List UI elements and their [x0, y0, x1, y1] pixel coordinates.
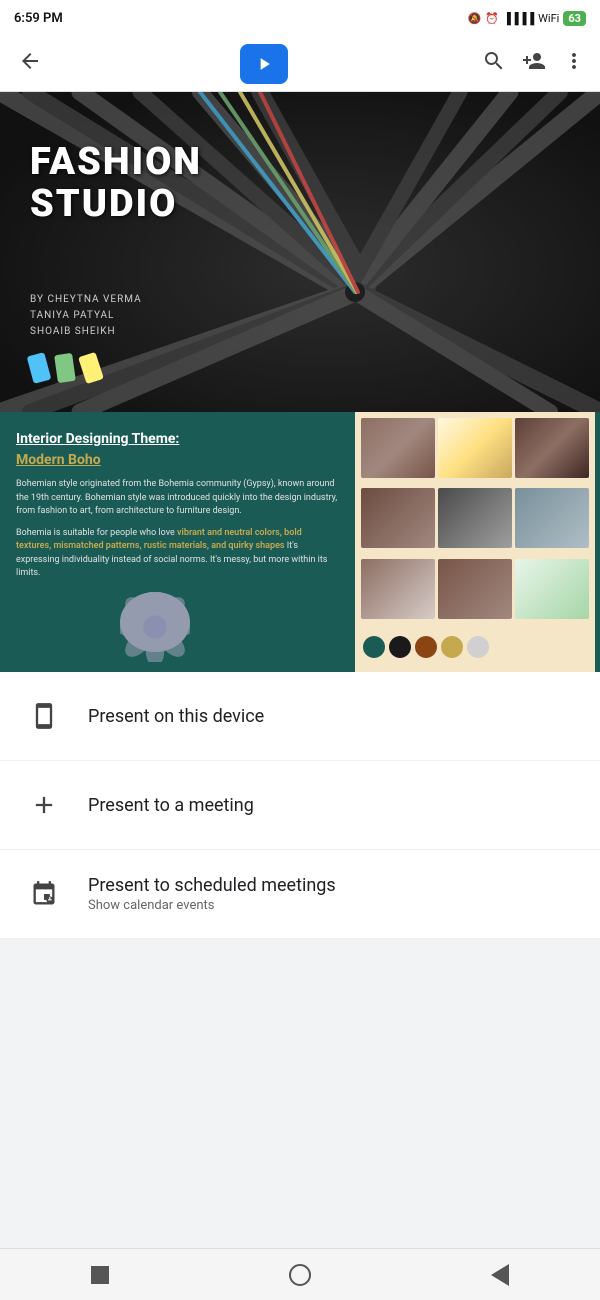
- search-button[interactable]: [482, 49, 506, 79]
- slide-2-flower-deco: [120, 592, 190, 652]
- status-time: 6:59 PM: [14, 11, 63, 26]
- slide-1-fashion-studio: FASHION STUDIO BY CHEYTNA VERMA TANIYA P…: [0, 92, 600, 412]
- back-nav-icon: [491, 1264, 509, 1286]
- slide-2-photo-grid: [355, 412, 595, 672]
- mute-icon: 🔕: [468, 12, 482, 25]
- home-icon: [289, 1264, 311, 1286]
- menu-section: Present on this device Present to a meet…: [0, 672, 600, 939]
- photo-cell-2: [438, 418, 512, 478]
- slide-1-authors: BY CHEYTNA VERMA TANIYA PATYAL SHOAIB SH…: [30, 292, 142, 340]
- battery-icon: 63: [563, 12, 586, 25]
- calendar-icon: [24, 874, 64, 914]
- status-icons: 🔕 ⏰ ▐▐▐▐ WiFi 63: [468, 12, 586, 25]
- slide-2-interior: Interior Designing Theme: Modern Boho Bo…: [0, 412, 600, 672]
- home-button[interactable]: [270, 1255, 330, 1295]
- present-device-title: Present on this device: [88, 706, 576, 727]
- slide-2-title: Interior Designing Theme:: [16, 430, 339, 448]
- swatch-5: [467, 636, 489, 658]
- present-device-item[interactable]: Present on this device: [0, 672, 600, 761]
- present-scheduled-subtitle: Show calendar events: [88, 898, 576, 913]
- phone-icon: [24, 696, 64, 736]
- slide-2-body1: Bohemian style originated from the Bohem…: [16, 478, 339, 519]
- photo-cell-6: [515, 488, 589, 548]
- recent-apps-icon: [91, 1266, 109, 1284]
- slide-1-title: FASHION STUDIO: [30, 142, 202, 226]
- slide-2-body2: Bohemia is suitable for people who love …: [16, 527, 339, 581]
- photo-cell-4: [361, 488, 435, 548]
- present-scheduled-title: Present to scheduled meetings: [88, 875, 576, 896]
- bottom-nav: [0, 1248, 600, 1300]
- recent-apps-button[interactable]: [70, 1255, 130, 1295]
- signal-icon: ▐▐▐▐: [503, 12, 534, 25]
- status-bar: 6:59 PM 🔕 ⏰ ▐▐▐▐ WiFi 63: [0, 0, 600, 36]
- photo-cell-9: [515, 559, 589, 619]
- present-meeting-title: Present to a meeting: [88, 795, 576, 816]
- back-nav-button[interactable]: [470, 1255, 530, 1295]
- play-button[interactable]: [240, 44, 288, 84]
- alarm-icon: ⏰: [485, 12, 499, 25]
- slide-2-subtitle: Modern Boho: [16, 452, 339, 468]
- swatch-4: [441, 636, 463, 658]
- swatch-3: [415, 636, 437, 658]
- plus-icon: [24, 785, 64, 825]
- photo-cell-3: [515, 418, 589, 478]
- swatch-2: [389, 636, 411, 658]
- back-button[interactable]: [14, 45, 46, 83]
- present-meeting-item[interactable]: Present to a meeting: [0, 761, 600, 850]
- photo-cell-1: [361, 418, 435, 478]
- photo-cell-8: [438, 559, 512, 619]
- slide-1-deco: [30, 354, 100, 382]
- more-button[interactable]: [562, 49, 586, 79]
- wifi-icon: WiFi: [538, 12, 559, 25]
- photo-cell-7: [361, 559, 435, 619]
- photo-cell-5: [438, 488, 512, 548]
- present-scheduled-item[interactable]: Present to scheduled meetings Show calen…: [0, 850, 600, 939]
- toolbar: [0, 36, 600, 92]
- swatches-row: [361, 629, 589, 666]
- add-person-button[interactable]: [522, 49, 546, 79]
- swatch-1: [363, 636, 385, 658]
